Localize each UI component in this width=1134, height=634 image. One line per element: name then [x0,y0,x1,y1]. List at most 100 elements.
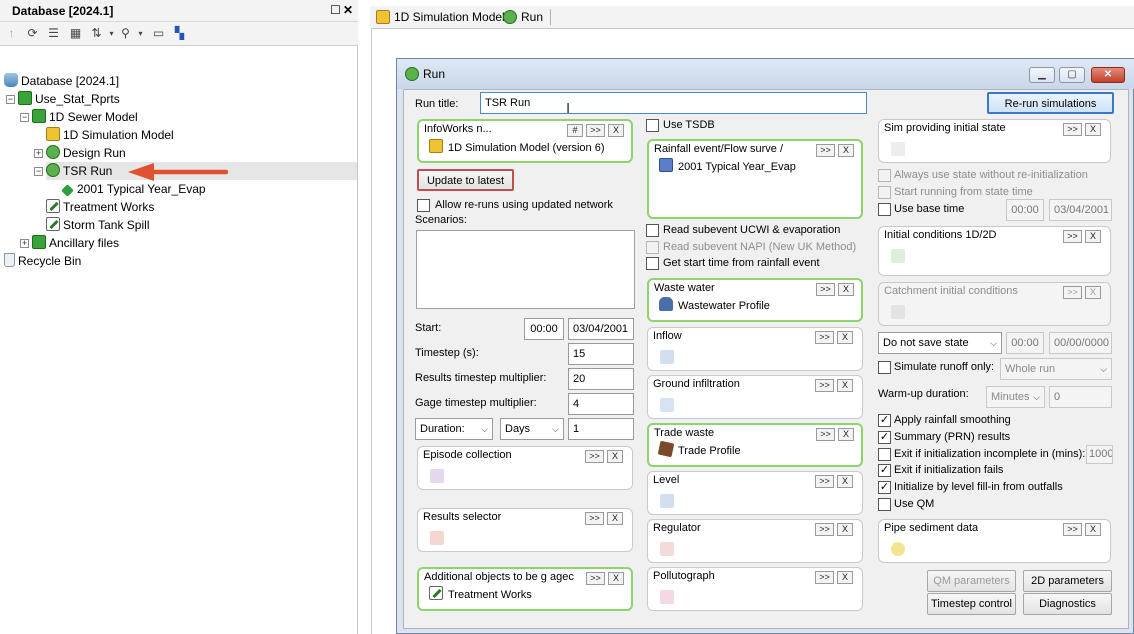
clear-button[interactable]: X [837,379,853,392]
tree-item-1d-simulation-model[interactable]: 1D Simulation Model [46,126,174,144]
use-qm-checkbox[interactable] [878,498,891,511]
diagnostics-button[interactable]: Diagnostics [1023,593,1112,615]
additional-objects-group[interactable]: Additional objects to be g agec >> X Tre… [417,567,633,611]
clear-button[interactable]: X [837,523,853,536]
start-date-input[interactable]: 03/04/2001 [568,318,634,340]
clear-button[interactable]: X [1085,286,1101,299]
browse-button[interactable]: >> [585,512,604,525]
group-item[interactable]: Treatment Works [429,586,532,601]
apply-rainfall-smoothing-checkbox[interactable]: ✓ [878,414,891,427]
sort-icon[interactable]: ⇅ [89,26,104,41]
browse-button[interactable]: >> [1063,523,1082,536]
up-arrow-icon[interactable]: ↑ [4,26,19,41]
tab-run[interactable]: Run [501,6,543,28]
clear-button[interactable]: X [1085,230,1101,243]
clear-button[interactable]: X [837,475,853,488]
browse-button[interactable]: >> [1063,230,1082,243]
collapse-icon[interactable]: − [20,113,29,122]
expand-icon[interactable]: + [20,239,29,248]
save-time-input[interactable]: 00:00 [1006,332,1044,354]
group-item[interactable]: Trade Profile [657,440,741,458]
monitor-icon[interactable]: ▭ [151,26,166,41]
refresh-icon[interactable]: ⟳ [25,26,40,41]
qm-parameters-button[interactable]: QM parameters [927,570,1016,592]
simulate-runoff-checkbox[interactable] [878,361,891,374]
properties-icon[interactable]: ▦ [68,26,83,41]
clear-button[interactable]: X [837,571,853,584]
collapse-icon[interactable]: − [34,167,43,176]
2d-parameters-button[interactable]: 2D parameters [1023,570,1112,592]
pipe-sediment-group[interactable]: Pipe sediment data >> X [878,519,1111,563]
init-level-checkbox[interactable]: ✓ [878,481,891,494]
tree-item-design-run[interactable]: Design Run [46,144,126,162]
clear-button[interactable]: X [837,331,853,344]
tree-item-ancillary-files[interactable]: Ancillary files [32,234,119,252]
browse-button[interactable]: >> [586,572,605,585]
exit-incomplete-input[interactable]: 1000 [1086,445,1113,464]
waste-water-group[interactable]: Waste water >> X Wastewater Profile [647,278,863,322]
clear-button[interactable]: X [838,428,854,441]
timestep-input[interactable]: 15 [568,343,634,365]
update-to-latest-button[interactable]: Update to latest [417,169,514,191]
warmup-value-input[interactable]: 0 [1049,386,1112,408]
browse-button[interactable]: >> [816,428,835,441]
timestep-control-button[interactable]: Timestep control [927,593,1016,615]
sort-dropdown-icon[interactable]: ▾ [104,26,119,41]
exit-fails-checkbox[interactable]: ✓ [878,464,891,477]
allow-reruns-checkbox[interactable] [417,199,430,212]
regulator-group[interactable]: Regulator >> X [647,519,863,563]
clear-button[interactable]: X [1085,523,1101,536]
start-running-checkbox[interactable] [878,186,891,199]
group-item[interactable]: 1D Simulation Model (version 6) [429,139,605,154]
catchment-initial-conditions-group[interactable]: Catchment initial conditions >> X [878,282,1111,326]
clear-button[interactable]: X [1085,123,1101,136]
sim-initial-state-group[interactable]: Sim providing initial state >> X [878,119,1111,163]
browse-button[interactable]: >> [816,144,835,157]
run-title-input[interactable]: TSR Run [480,92,867,114]
get-start-time-checkbox[interactable] [646,257,659,270]
use-base-time-checkbox[interactable] [878,203,891,216]
duration-unit-select[interactable]: Days ⌵ [500,418,564,440]
clear-button[interactable]: X [608,572,624,585]
initial-conditions-group[interactable]: Initial conditions 1D/2D >> X [878,226,1111,276]
base-time-input[interactable]: 00:00 [1006,199,1044,221]
tree-item-2001-typical-year-evap[interactable]: 2001 Typical Year_Evap [60,180,206,198]
duration-input[interactable]: 1 [568,418,634,440]
clear-button[interactable]: X [607,512,623,525]
network-icon[interactable]: ▚ [172,26,187,41]
find-dropdown-icon[interactable]: ▾ [133,26,148,41]
browse-button[interactable]: >> [585,450,604,463]
base-date-input[interactable]: 03/04/2001 [1049,199,1112,221]
group-item[interactable]: 2001 Typical Year_Evap [659,158,796,173]
list-icon[interactable]: ☰ [46,26,61,41]
summary-results-checkbox[interactable]: ✓ [878,431,891,444]
clear-button[interactable]: X [607,450,623,463]
expand-icon[interactable]: + [34,149,43,158]
close-icon[interactable]: ✕ [1091,67,1125,83]
save-date-input[interactable]: 00/00/0000 [1049,332,1112,354]
tree-item-treatment-works[interactable]: Treatment Works [46,198,154,216]
level-group[interactable]: Level >> X [647,471,863,515]
close-icon[interactable]: ✕ [343,3,353,17]
tab-1d-simulation-model[interactable]: 1D Simulation Model [374,6,505,28]
browse-button[interactable]: >> [815,523,834,536]
exit-incomplete-checkbox[interactable] [878,448,891,461]
save-state-select[interactable]: Do not save state ⌵ [878,332,1002,354]
rainfall-event-group[interactable]: Rainfall event/Flow surve / >> X 2001 Ty… [647,139,863,219]
tree-item-storm-tank-spill[interactable]: Storm Tank Spill [46,216,149,234]
pin-icon[interactable]: ☐ [330,3,341,17]
start-time-input[interactable]: 00:00 [524,318,564,340]
read-napi-checkbox[interactable] [646,241,659,254]
browse-button[interactable]: >> [815,571,834,584]
runoff-period-select[interactable]: Whole run ⌵ [1000,358,1112,380]
results-selector-group[interactable]: Results selector >> X [417,508,633,552]
trade-waste-group[interactable]: Trade waste >> X Trade Profile [647,423,863,467]
browse-button[interactable]: >> [815,475,834,488]
episode-collection-group[interactable]: Episode collection >> X [417,446,633,490]
hash-button[interactable]: # [567,124,583,137]
tree-item-use-stat-rprts[interactable]: Use_Stat_Rprts [18,90,120,108]
collapse-icon[interactable]: − [6,95,15,104]
tree-item-database[interactable]: Database [2024.1] [4,72,119,90]
gage-multiplier-input[interactable]: 4 [568,393,634,415]
warmup-unit-select[interactable]: Minutes ⌵ [986,386,1045,408]
